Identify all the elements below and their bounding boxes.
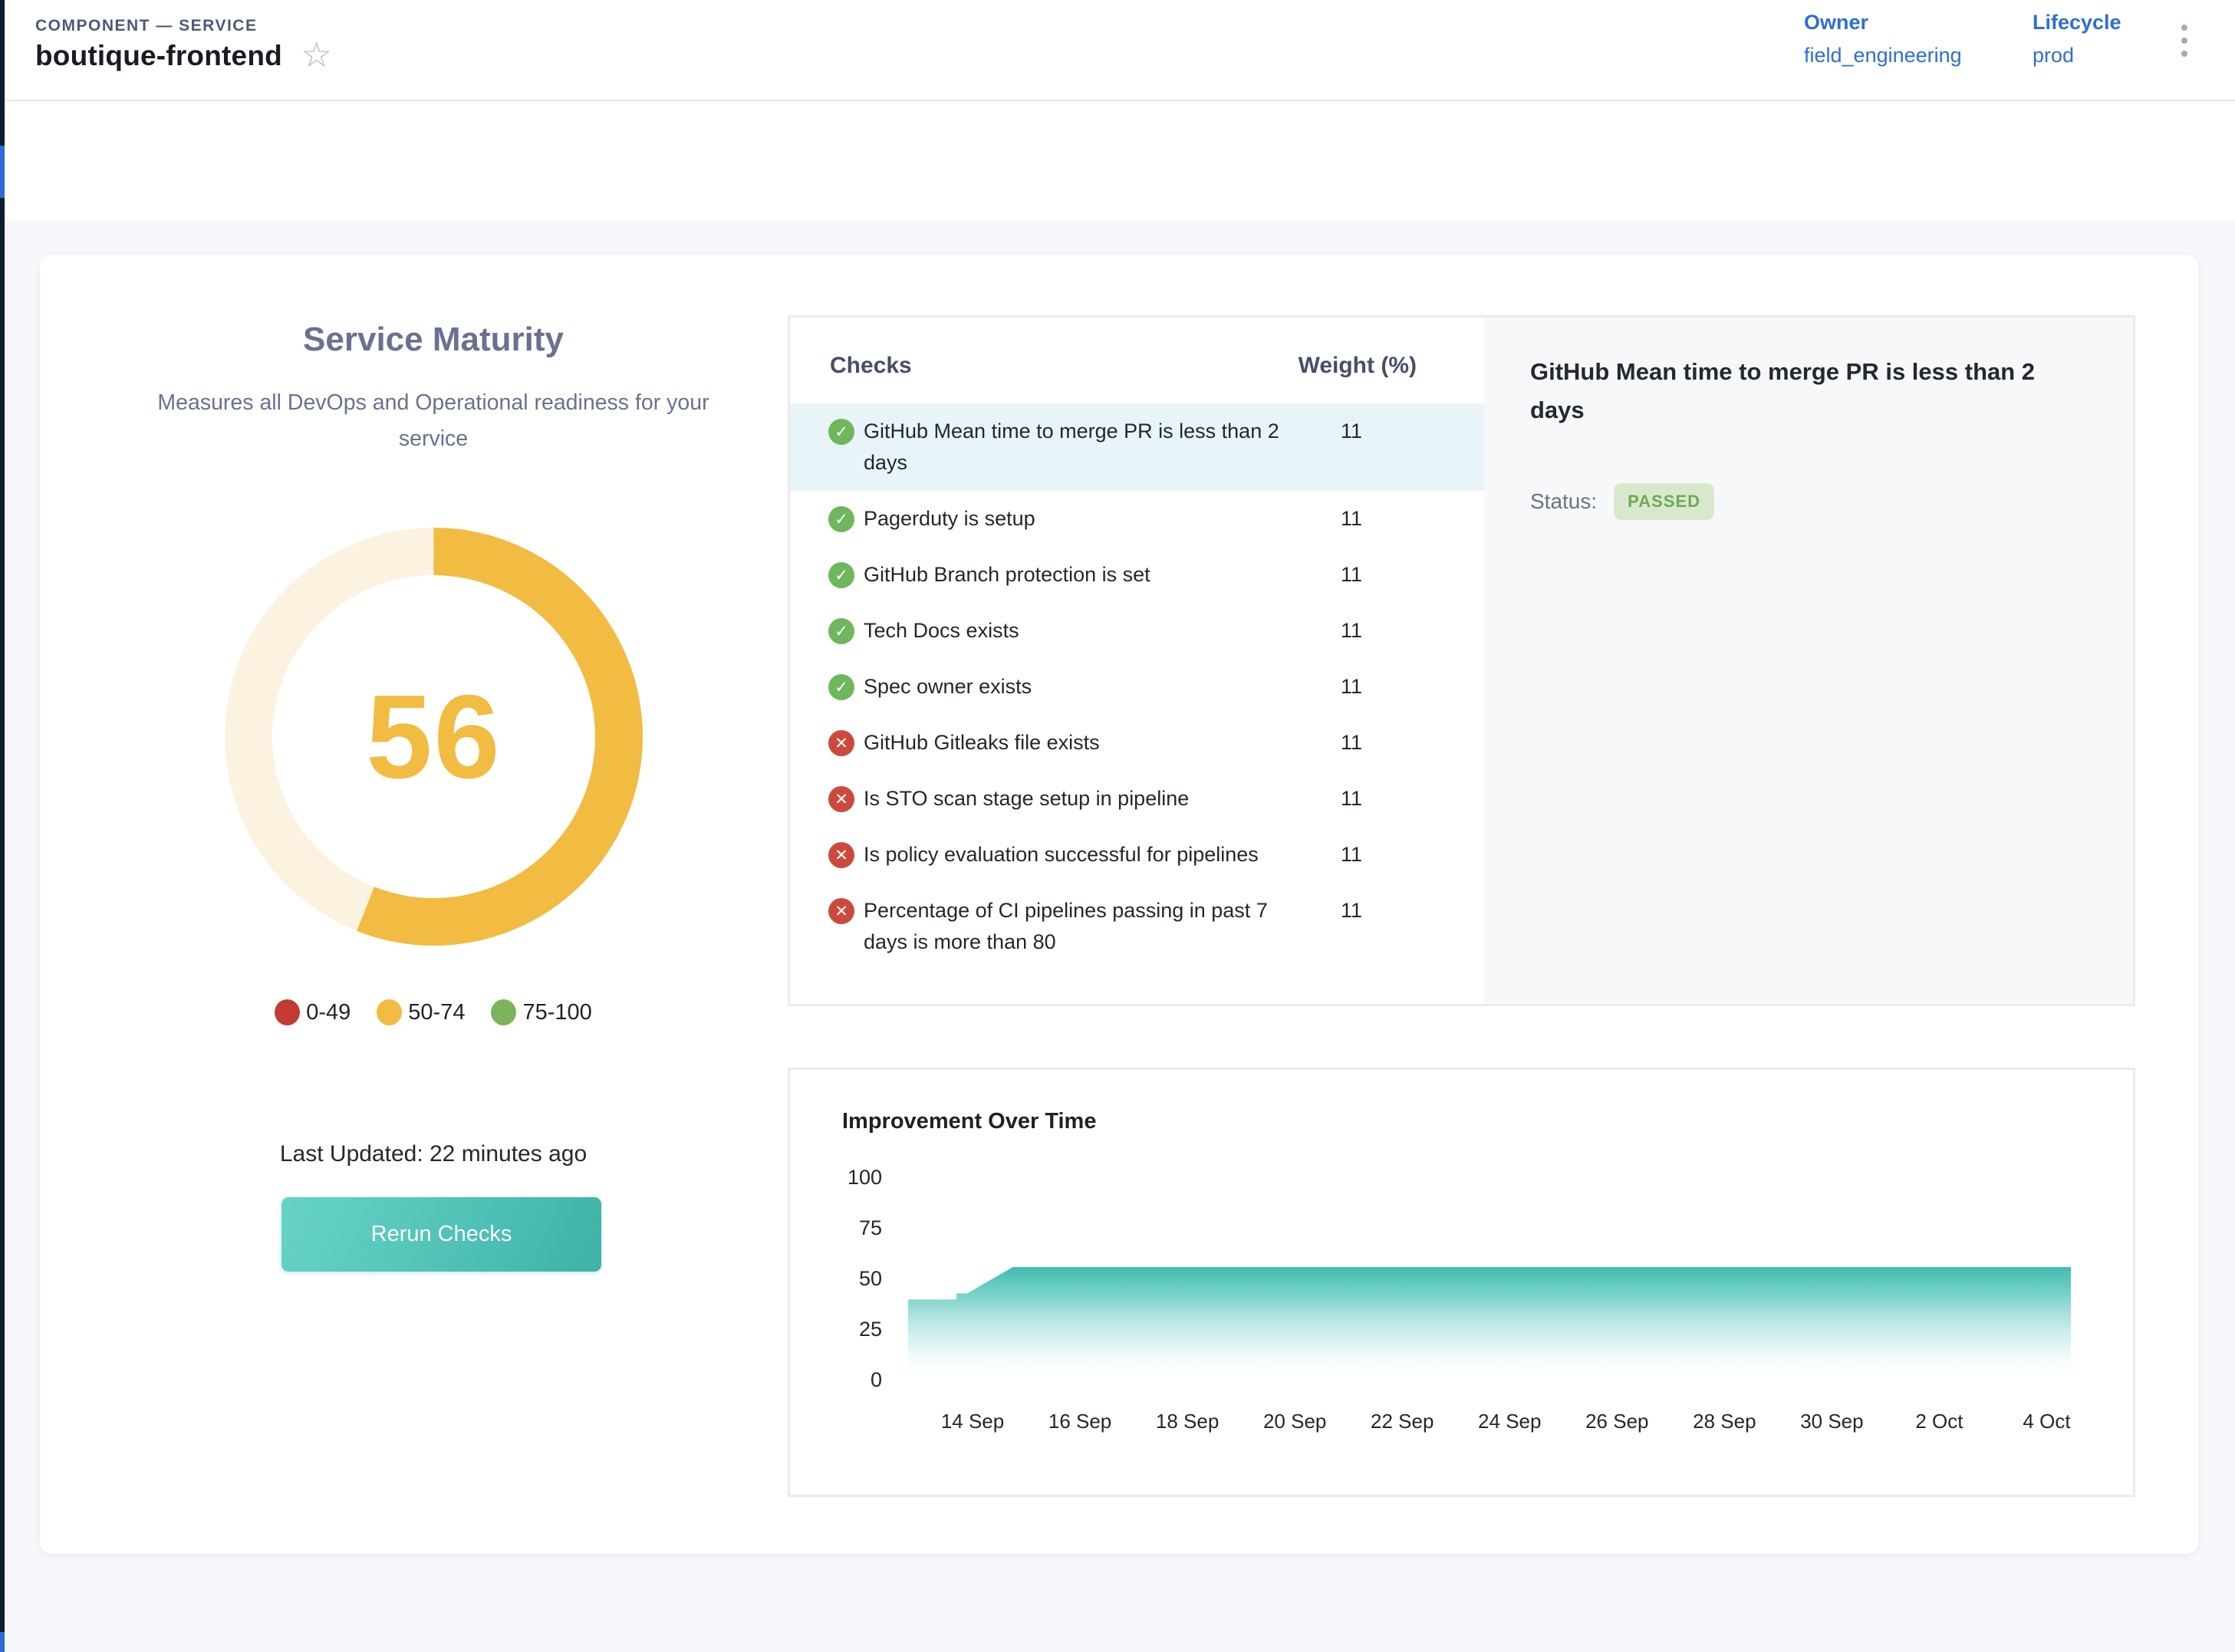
check-detail-panel: GitHub Mean time to merge PR is less tha… bbox=[1484, 318, 2133, 1004]
owner-label: Owner bbox=[1804, 11, 1962, 35]
check-status-icon: ✕ bbox=[828, 842, 854, 868]
check-status-icon: ✕ bbox=[828, 730, 854, 756]
check-label: GitHub Mean time to merge PR is less tha… bbox=[864, 416, 1308, 479]
check-detail-title: GitHub Mean time to merge PR is less tha… bbox=[1530, 353, 2087, 429]
improvement-area-chart bbox=[908, 1166, 2071, 1382]
legend-color-dot bbox=[491, 999, 516, 1025]
x-axis-tick-label: 16 Sep bbox=[1026, 1410, 1134, 1433]
check-label: Is policy evaluation successful for pipe… bbox=[864, 839, 1308, 870]
sidebar-active-indicator bbox=[0, 146, 5, 198]
breadcrumb: COMPONENT — SERVICE bbox=[35, 17, 257, 35]
x-axis-tick-label: 28 Sep bbox=[1670, 1410, 1778, 1433]
check-weight: 11 bbox=[1341, 559, 1362, 591]
check-row[interactable]: ✓ Spec owner exists 11 bbox=[790, 659, 1484, 715]
favorite-star-icon[interactable]: ☆ bbox=[301, 37, 332, 72]
check-status-icon: ✕ bbox=[828, 898, 854, 924]
check-row[interactable]: ✕ Is STO scan stage setup in pipeline 11 bbox=[790, 771, 1484, 827]
check-label: GitHub Gitleaks file exists bbox=[864, 727, 1308, 759]
check-row[interactable]: ✕ GitHub Gitleaks file exists 11 bbox=[790, 715, 1484, 771]
check-weight: 11 bbox=[1341, 895, 1362, 926]
check-row[interactable]: ✓ Pagerduty is setup 11 bbox=[790, 491, 1484, 547]
status-badge: PASSED bbox=[1614, 483, 1714, 520]
checks-panel: Checks Weight (%) ✓ GitHub Mean time to … bbox=[788, 315, 2135, 1006]
legend-color-dot bbox=[275, 999, 300, 1025]
lifecycle-label: Lifecycle bbox=[2033, 11, 2121, 35]
page-header: COMPONENT — SERVICE boutique-frontend ☆ … bbox=[0, 0, 2235, 100]
y-axis-tick-label: 75 bbox=[798, 1216, 882, 1240]
y-axis-tick-label: 50 bbox=[798, 1267, 882, 1291]
check-weight: 11 bbox=[1341, 727, 1362, 759]
scorecard-title: Service Maturity bbox=[115, 321, 752, 359]
last-updated-text: Last Updated: 22 minutes ago bbox=[115, 1141, 752, 1167]
check-status-icon: ✓ bbox=[828, 674, 854, 700]
kebab-menu-icon[interactable] bbox=[2178, 21, 2191, 60]
check-label: Is STO scan stage setup in pipeline bbox=[864, 783, 1308, 814]
check-weight: 11 bbox=[1341, 615, 1362, 647]
check-status-icon: ✓ bbox=[828, 419, 854, 445]
check-weight: 11 bbox=[1341, 416, 1362, 447]
check-row[interactable]: ✓ Tech Docs exists 11 bbox=[790, 603, 1484, 659]
legend-item: 50-74 bbox=[377, 999, 465, 1025]
legend-range-label: 0-49 bbox=[306, 1000, 351, 1025]
checks-column-header: Checks bbox=[830, 353, 912, 379]
maturity-score-gauge: 56 bbox=[225, 528, 643, 946]
checks-list: ✓ GitHub Mean time to merge PR is less t… bbox=[790, 403, 1484, 970]
check-label: Spec owner exists bbox=[864, 671, 1308, 703]
legend-item: 0-49 bbox=[275, 999, 351, 1025]
check-weight: 11 bbox=[1341, 783, 1362, 814]
weight-column-header: Weight (%) bbox=[1299, 353, 1417, 379]
x-axis-tick-label: 24 Sep bbox=[1456, 1410, 1563, 1433]
check-row[interactable]: ✓ GitHub Mean time to merge PR is less t… bbox=[790, 403, 1484, 491]
check-row[interactable]: ✕ Percentage of CI pipelines passing in … bbox=[790, 883, 1484, 970]
scorecard-subtitle: Measures all DevOps and Operational read… bbox=[127, 385, 740, 457]
x-axis-tick-label: 26 Sep bbox=[1563, 1410, 1670, 1433]
check-status-icon: ✓ bbox=[828, 562, 854, 588]
x-axis-tick-label: 2 Oct bbox=[1885, 1410, 1993, 1433]
x-axis-tick-label: 22 Sep bbox=[1348, 1410, 1456, 1433]
y-axis-tick-label: 0 bbox=[798, 1368, 882, 1392]
x-axis-tick-label: 30 Sep bbox=[1778, 1410, 1885, 1433]
check-row[interactable]: ✓ GitHub Branch protection is set 11 bbox=[790, 547, 1484, 603]
lifecycle-value: prod bbox=[2033, 44, 2121, 67]
check-label: Tech Docs exists bbox=[864, 615, 1308, 647]
sidebar-bottom-indicator bbox=[0, 1632, 5, 1652]
status-label: Status: bbox=[1530, 489, 1597, 514]
page-title: boutique-frontend bbox=[35, 40, 282, 72]
check-status-icon: ✓ bbox=[828, 618, 854, 644]
check-weight: 11 bbox=[1341, 671, 1362, 703]
legend-range-label: 75-100 bbox=[522, 1000, 591, 1025]
check-weight: 11 bbox=[1341, 839, 1362, 870]
legend-item: 75-100 bbox=[491, 999, 591, 1025]
y-axis-tick-label: 100 bbox=[798, 1166, 882, 1190]
score-legend: 0-49 50-74 75-100 bbox=[115, 999, 752, 1025]
collapsed-sidebar-rail[interactable] bbox=[0, 0, 5, 1652]
check-status-icon: ✓ bbox=[828, 506, 854, 532]
improvement-chart-title: Improvement Over Time bbox=[842, 1109, 1096, 1134]
x-axis-tick-label: 18 Sep bbox=[1134, 1410, 1241, 1433]
check-label: Pagerduty is setup bbox=[864, 503, 1308, 535]
check-label: GitHub Branch protection is set bbox=[864, 559, 1308, 591]
rerun-checks-button[interactable]: Rerun Checks bbox=[281, 1197, 601, 1272]
tab-bar: Overview CI/CD Scorecard API Dependencie… bbox=[0, 101, 2235, 219]
checks-list-column: Checks Weight (%) ✓ GitHub Mean time to … bbox=[790, 318, 1484, 1004]
check-weight: 11 bbox=[1341, 503, 1362, 535]
gauge-inner-circle: 56 bbox=[272, 575, 595, 898]
x-axis-tick-label: 4 Oct bbox=[1993, 1410, 2100, 1433]
legend-color-dot bbox=[377, 999, 402, 1025]
x-axis-tick-label: 14 Sep bbox=[919, 1410, 1026, 1433]
legend-range-label: 50-74 bbox=[408, 1000, 465, 1025]
owner-value-link[interactable]: field_engineering bbox=[1804, 44, 1962, 67]
check-row[interactable]: ✕ Is policy evaluation successful for pi… bbox=[790, 827, 1484, 883]
y-axis-tick-label: 25 bbox=[798, 1318, 882, 1341]
x-axis-tick-label: 20 Sep bbox=[1241, 1410, 1348, 1433]
maturity-score-value: 56 bbox=[366, 669, 501, 805]
check-status-icon: ✕ bbox=[828, 786, 854, 812]
check-label: Percentage of CI pipelines passing in pa… bbox=[864, 895, 1308, 958]
